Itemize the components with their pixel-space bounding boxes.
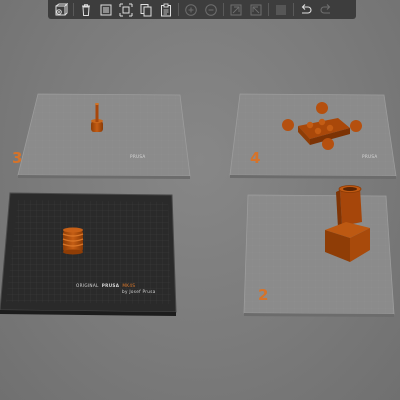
bed-1[interactable]: ORIGINAL PRUSA MK4S by Josef Prusa bbox=[0, 192, 177, 316]
copy-icon bbox=[140, 3, 152, 16]
top-toolbar bbox=[48, 0, 356, 19]
layers-editing-button[interactable] bbox=[271, 0, 291, 19]
add-instance-button[interactable] bbox=[181, 0, 201, 19]
bed-1-logo-prefix: ORIGINAL bbox=[76, 283, 99, 288]
remove-instance-button[interactable] bbox=[201, 0, 221, 19]
bed-1-logo-model: MK4S bbox=[122, 283, 135, 288]
toolbar-separator bbox=[268, 3, 269, 16]
bed-1-model[interactable] bbox=[62, 227, 84, 255]
redo-button[interactable] bbox=[316, 0, 336, 19]
delete-all-icon bbox=[100, 4, 112, 15]
svg-text:ORIGINAL PRUSA MK4: ORIGINAL PRUSA MK4S bbox=[76, 283, 135, 288]
split-parts-button[interactable] bbox=[246, 0, 266, 19]
toolbar-separator bbox=[73, 3, 74, 16]
delete-all-button[interactable] bbox=[96, 0, 116, 19]
bed-1-logo-sub: by Josef Prusa bbox=[122, 289, 156, 294]
undo-button[interactable] bbox=[296, 0, 316, 19]
add-instance-icon bbox=[185, 3, 197, 16]
arrange-icon bbox=[119, 3, 133, 16]
toolbar-separator bbox=[178, 3, 179, 16]
delete-button[interactable] bbox=[76, 0, 96, 19]
paste-icon bbox=[161, 3, 171, 16]
redo-icon bbox=[320, 3, 331, 14]
remove-instance-icon bbox=[205, 3, 217, 16]
arrange-button[interactable] bbox=[116, 0, 136, 19]
split-objects-icon bbox=[230, 4, 242, 15]
bed-4-logo: PRUSA bbox=[362, 154, 378, 159]
plater-scene[interactable]: 3 PRUSA 4 PRUSA ORIGINAL PRUSA MK4S by J… bbox=[0, 0, 400, 400]
copy-button[interactable] bbox=[136, 0, 156, 19]
bed-3-logo: PRUSA bbox=[130, 154, 146, 159]
bed-2[interactable]: 2 bbox=[243, 185, 395, 318]
bed-2-number: 2 bbox=[258, 286, 268, 304]
toolbar-separator bbox=[293, 3, 294, 16]
layers-editing-icon bbox=[276, 5, 286, 14]
toolbar-separator bbox=[223, 3, 224, 16]
paste-button[interactable] bbox=[156, 0, 176, 19]
undo-icon bbox=[301, 3, 312, 14]
split-parts-icon bbox=[250, 4, 262, 15]
bed-4[interactable]: 4 PRUSA bbox=[229, 93, 397, 179]
split-objects-button[interactable] bbox=[226, 0, 246, 19]
add-object-icon bbox=[55, 2, 68, 15]
bed-3-number: 3 bbox=[12, 149, 22, 167]
bed-1-logo-brand: PRUSA bbox=[102, 283, 120, 288]
add-object-button[interactable] bbox=[51, 0, 71, 19]
bed-3[interactable]: 3 PRUSA bbox=[12, 93, 191, 179]
bed-4-number: 4 bbox=[250, 149, 260, 167]
delete-icon bbox=[82, 3, 90, 16]
